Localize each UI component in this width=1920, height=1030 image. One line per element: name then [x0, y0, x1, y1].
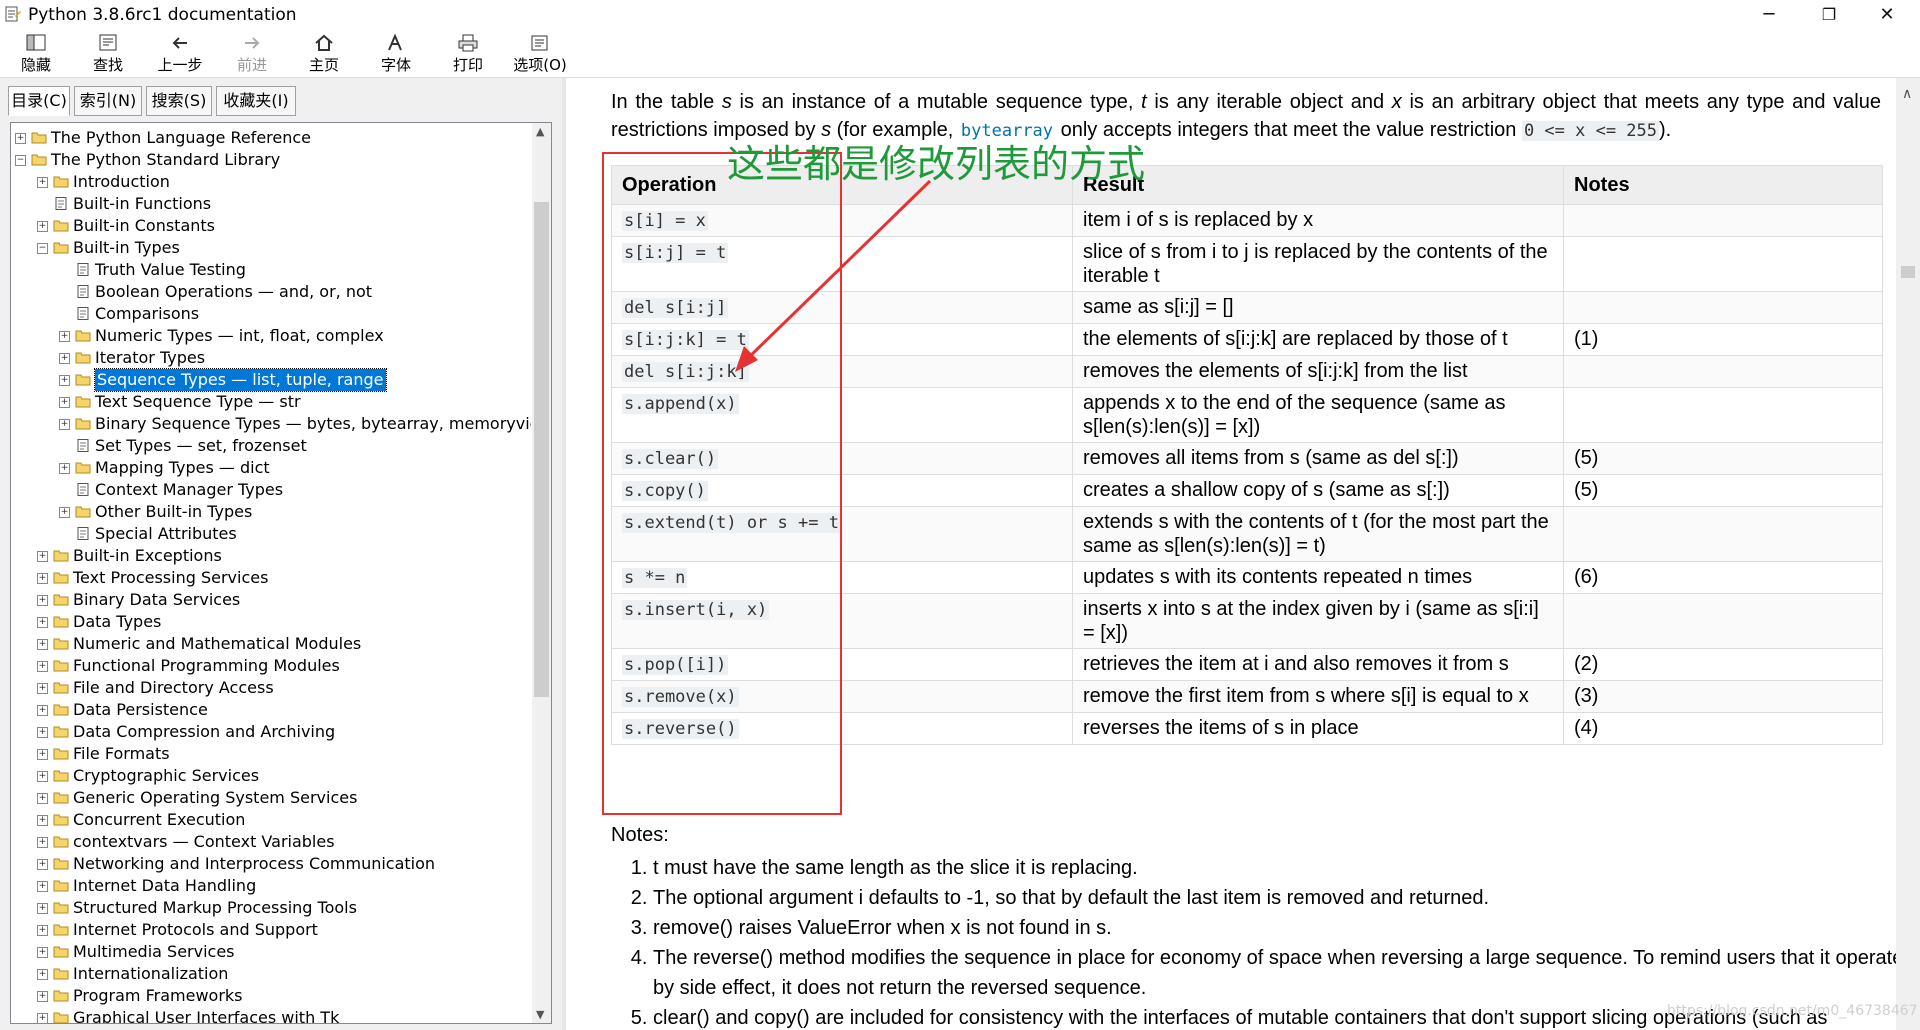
- scrollbar-thumb[interactable]: [1901, 266, 1915, 278]
- content-scrollbar[interactable]: ∧: [1896, 78, 1920, 1030]
- watermark: https://blog.csdn.net/m0_46738467: [1667, 1003, 1918, 1019]
- scroll-up-arrow-icon[interactable]: ∧: [1902, 86, 1912, 102]
- annotation-arrow-icon: [735, 179, 932, 372]
